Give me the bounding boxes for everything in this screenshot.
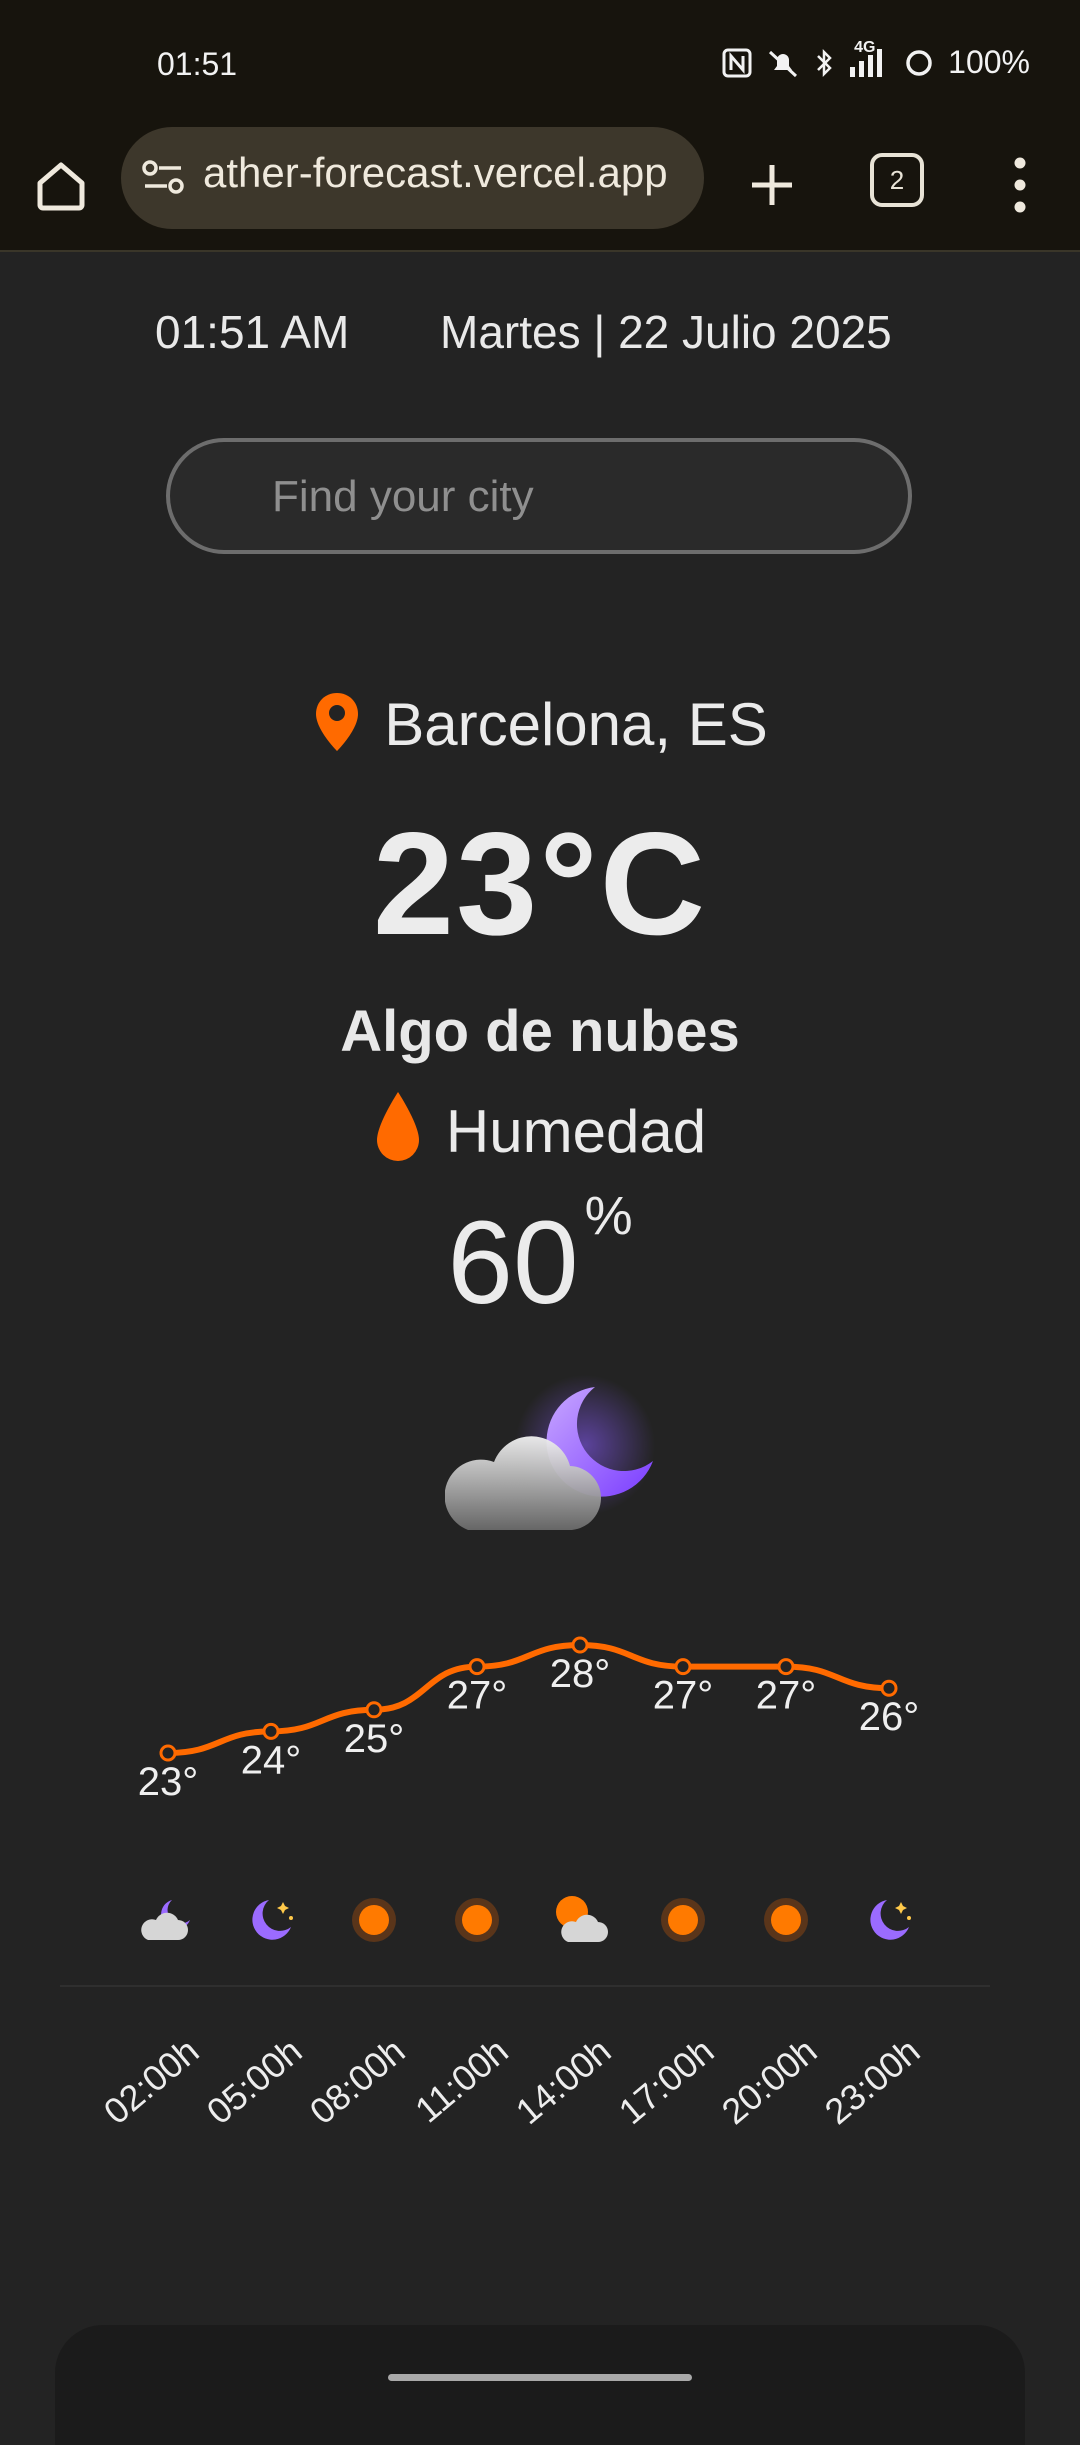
temperature-point — [262, 1722, 280, 1740]
hour-label: 05:00h — [198, 2030, 310, 2133]
temperature-label: 28° — [550, 1652, 611, 1696]
hour-label: 20:00h — [713, 2030, 825, 2133]
mute-icon — [766, 48, 800, 78]
humidity-value: 60% — [0, 1186, 1080, 1331]
humidity-unit: % — [584, 1186, 633, 1246]
temperature-point — [777, 1658, 795, 1676]
hour-label: 14:00h — [507, 2030, 619, 2133]
network-type: 4G — [854, 38, 876, 56]
humidity-text: Humedad — [445, 1098, 707, 1165]
temperature-label: 23° — [138, 1760, 199, 1804]
temperature-label: 27° — [447, 1674, 508, 1718]
tab-switcher-button[interactable]: 2 — [870, 153, 924, 207]
new-tab-button[interactable] — [742, 155, 802, 215]
temperature-label: 25° — [344, 1717, 405, 1761]
current-temperature: 23°C — [372, 802, 708, 965]
sun-icon — [344, 1890, 404, 1950]
city-search[interactable] — [166, 438, 912, 554]
temperature-label: 24° — [241, 1738, 302, 1782]
moon-stars-icon — [241, 1890, 301, 1950]
status-bar: 01:51 4G 100% — [0, 0, 1080, 135]
hour-label: 08:00h — [301, 2030, 413, 2133]
temperature-point — [159, 1744, 177, 1762]
browser-menu-button[interactable] — [1000, 153, 1040, 217]
current-date: Martes | 22 Julio 2025 — [440, 306, 892, 358]
bluetooth-icon — [814, 48, 834, 78]
home-button[interactable] — [30, 155, 92, 217]
battery-icon — [904, 48, 934, 78]
moon-stars-icon — [859, 1890, 919, 1950]
sun-icon — [447, 1890, 507, 1950]
nfc-icon — [722, 48, 752, 78]
cloud-moon-icon — [138, 1890, 198, 1950]
hourly-icons — [0, 1890, 1080, 1950]
humidity-number: 60 — [447, 1197, 579, 1329]
hourly-temperature-chart: 23° 24° 25° 27° 28° 27° 27° 26° — [138, 1636, 920, 1804]
gesture-bar[interactable] — [388, 2374, 692, 2381]
hour-label: 23:00h — [816, 2030, 928, 2133]
temperature-point — [365, 1701, 383, 1719]
browser-toolbar: ather-forecast.vercel.app 2 — [0, 127, 1080, 252]
temperature-point — [880, 1679, 898, 1697]
signal-icon: 4G — [848, 39, 890, 79]
site-settings-icon[interactable] — [141, 157, 187, 199]
current-time: 01:51 AM — [155, 306, 350, 358]
status-icons: 4G 100% — [722, 39, 1030, 81]
temperature-point — [674, 1658, 692, 1676]
location: Barcelona, ES — [0, 690, 1080, 759]
hourly-time-labels: 02:00h 05:00h 08:00h 11:00h 14:00h 17:00h 20:0… — [0, 2010, 1080, 2133]
sun-cloud-icon — [550, 1890, 610, 1950]
temperature-label: 27° — [653, 1674, 714, 1718]
url-text[interactable]: ather-forecast.vercel.app — [203, 149, 668, 197]
more-vert-icon — [1014, 157, 1026, 213]
hour-label: 11:00h — [407, 2030, 516, 2131]
hour-label: 02:00h — [95, 2030, 207, 2133]
temperature-point — [468, 1658, 486, 1676]
water-drop-icon — [376, 1092, 419, 1161]
battery-level: 100% — [948, 44, 1030, 80]
cloud-moon-icon — [444, 1375, 665, 1565]
home-icon — [37, 162, 85, 211]
city-name: Barcelona, ES — [384, 691, 768, 758]
temperature-label: 26° — [859, 1695, 920, 1739]
address-bar[interactable]: ather-forecast.vercel.app — [121, 127, 704, 229]
status-time: 01:51 — [157, 46, 238, 82]
sun-icon — [756, 1890, 816, 1950]
temperature-label: 27° — [756, 1674, 817, 1718]
city-search-input[interactable] — [270, 464, 874, 530]
weather-description: Algo de nubes — [340, 999, 740, 1064]
plus-icon — [752, 165, 792, 205]
humidity-label: Humedad — [0, 1090, 1080, 1166]
hour-label: 17:00h — [610, 2030, 722, 2133]
sun-icon — [653, 1890, 713, 1950]
location-pin-icon — [316, 693, 359, 751]
bottom-sheet[interactable] — [55, 2325, 1025, 2445]
temperature-point — [571, 1636, 589, 1654]
divider — [60, 1985, 990, 1987]
